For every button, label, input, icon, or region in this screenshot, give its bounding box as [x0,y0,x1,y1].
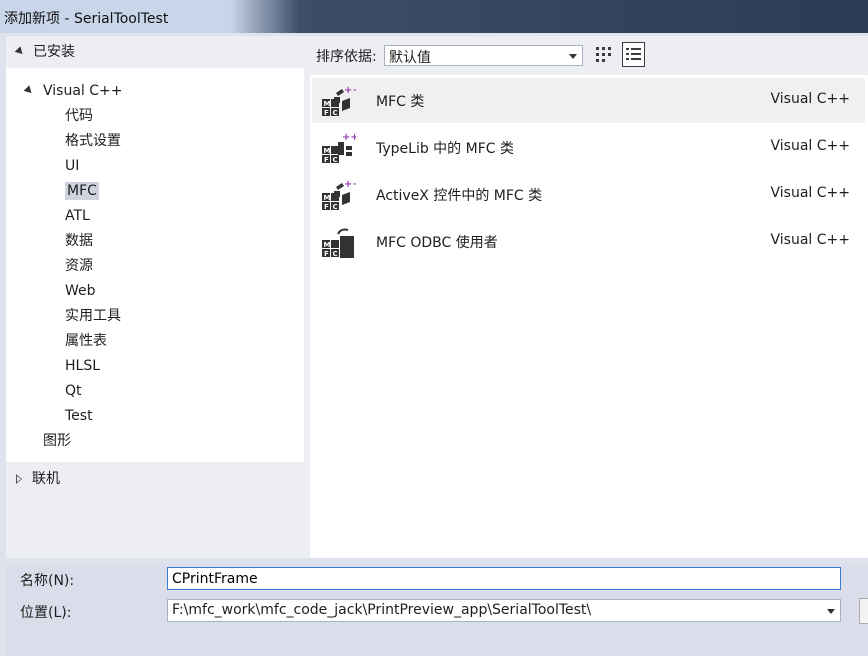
svg-text:C: C [333,203,338,211]
tree-node-label: UI [65,158,80,174]
sort-dropdown[interactable]: 默认值 [384,45,583,66]
mfc-odbc-consumer-icon: M F C [322,228,354,258]
template-row[interactable]: ++ M F C ActiveX 控件中的 MFC 类 Visual C++ [312,172,865,217]
list-view-icon [626,48,641,60]
tree-node-6[interactable]: 资源 [65,255,93,277]
tree-node-label: 已安装 [33,44,75,60]
title-bar: 添加新项 - SerialToolTest [0,0,868,33]
sort-value: 默认值 [389,50,431,66]
tree-node-label: ATL [65,208,90,224]
template-name: TypeLib 中的 MFC 类 [376,141,514,157]
tree-node-0[interactable]: 代码 [65,105,93,127]
svg-text:M: M [324,194,331,202]
tree-node-5[interactable]: 数据 [65,230,93,252]
tree-node-label: 属性表 [65,333,107,349]
tree-node-label: 数据 [65,233,93,249]
svg-text:++: ++ [344,179,356,190]
tree-node-graphics[interactable]: 图形 [43,430,71,452]
svg-text:M: M [324,100,331,108]
category-tree [6,68,304,462]
tree-node-label: Qt [65,383,82,399]
tree-node-label: 联机 [32,471,60,487]
tree-node-4[interactable]: ATL [65,205,90,227]
svg-text:F: F [324,203,329,211]
location-label: 位置(L): [20,605,72,621]
tree-node-2[interactable]: UI [65,155,79,177]
svg-text:F: F [324,250,329,258]
tree-node-9[interactable]: 属性表 [65,330,107,352]
grid-view-button[interactable] [592,42,615,67]
template-language: Visual C++ [770,232,850,248]
location-value: F:\mfc_work\mfc_code_jack\PrintPreview_a… [172,602,592,618]
template-name: MFC 类 [376,94,425,110]
svg-text:++: ++ [344,85,356,96]
tree-node-7[interactable]: Web [65,280,96,302]
svg-text:++: ++ [342,132,356,143]
svg-text:F: F [324,109,329,117]
tree-node-1[interactable]: 格式设置 [65,130,121,152]
svg-text:M: M [324,241,331,249]
tree-node-label: Web [65,283,96,299]
tree-node-8[interactable]: 实用工具 [65,305,121,327]
template-row[interactable]: ++ M F C MFC 类 Visual C++ [312,78,865,123]
window-title: 添加新项 - SerialToolTest [4,11,169,27]
template-language: Visual C++ [770,185,850,201]
tree-node-label: 图形 [43,433,71,449]
name-input[interactable] [167,567,841,590]
tree-node-12[interactable]: Test [65,405,93,427]
template-row[interactable]: M F C MFC ODBC 使用者 Visual C++ [312,219,865,264]
template-row[interactable]: ++ M F C TypeLib 中的 MFC 类 Visual C++ [312,125,865,170]
template-name: ActiveX 控件中的 MFC 类 [376,188,543,204]
svg-text:C: C [333,250,338,258]
tree-node-label: HLSL [65,358,101,374]
grid-view-icon [596,47,611,62]
tree-node-10[interactable]: HLSL [65,355,100,377]
name-label: 名称(N): [20,573,75,589]
collapsed-arrow-icon[interactable] [16,474,22,484]
svg-text:F: F [324,156,329,164]
tree-node-label: MFC [65,182,99,200]
browse-button[interactable] [859,598,868,624]
tree-node-label: Visual C++ [43,83,123,99]
list-view-button[interactable] [622,42,645,67]
mfc-activex-class-icon: ++ M F C [322,179,356,211]
chevron-down-icon [569,54,577,59]
chevron-down-icon[interactable] [827,609,835,614]
tree-node-label: 代码 [65,108,93,124]
mfc-typelib-class-icon: ++ M F C [322,132,356,164]
sort-label: 排序依据: [316,49,377,65]
svg-text:C: C [333,109,338,117]
tree-node-3[interactable]: MFC [65,180,99,202]
template-language: Visual C++ [770,138,850,154]
tree-node-label: 格式设置 [65,133,121,149]
tree-node-label: Test [65,408,93,424]
mfc-class-icon: ++ M F C [322,85,356,117]
location-combobox[interactable]: F:\mfc_work\mfc_code_jack\PrintPreview_a… [167,599,841,622]
svg-text:C: C [333,156,338,164]
tree-node-label: 资源 [65,258,93,274]
template-name: MFC ODBC 使用者 [376,235,498,251]
template-language: Visual C++ [770,91,850,107]
tree-node-11[interactable]: Qt [65,380,82,402]
tree-node-label: 实用工具 [65,308,121,324]
svg-text:M: M [324,147,331,155]
